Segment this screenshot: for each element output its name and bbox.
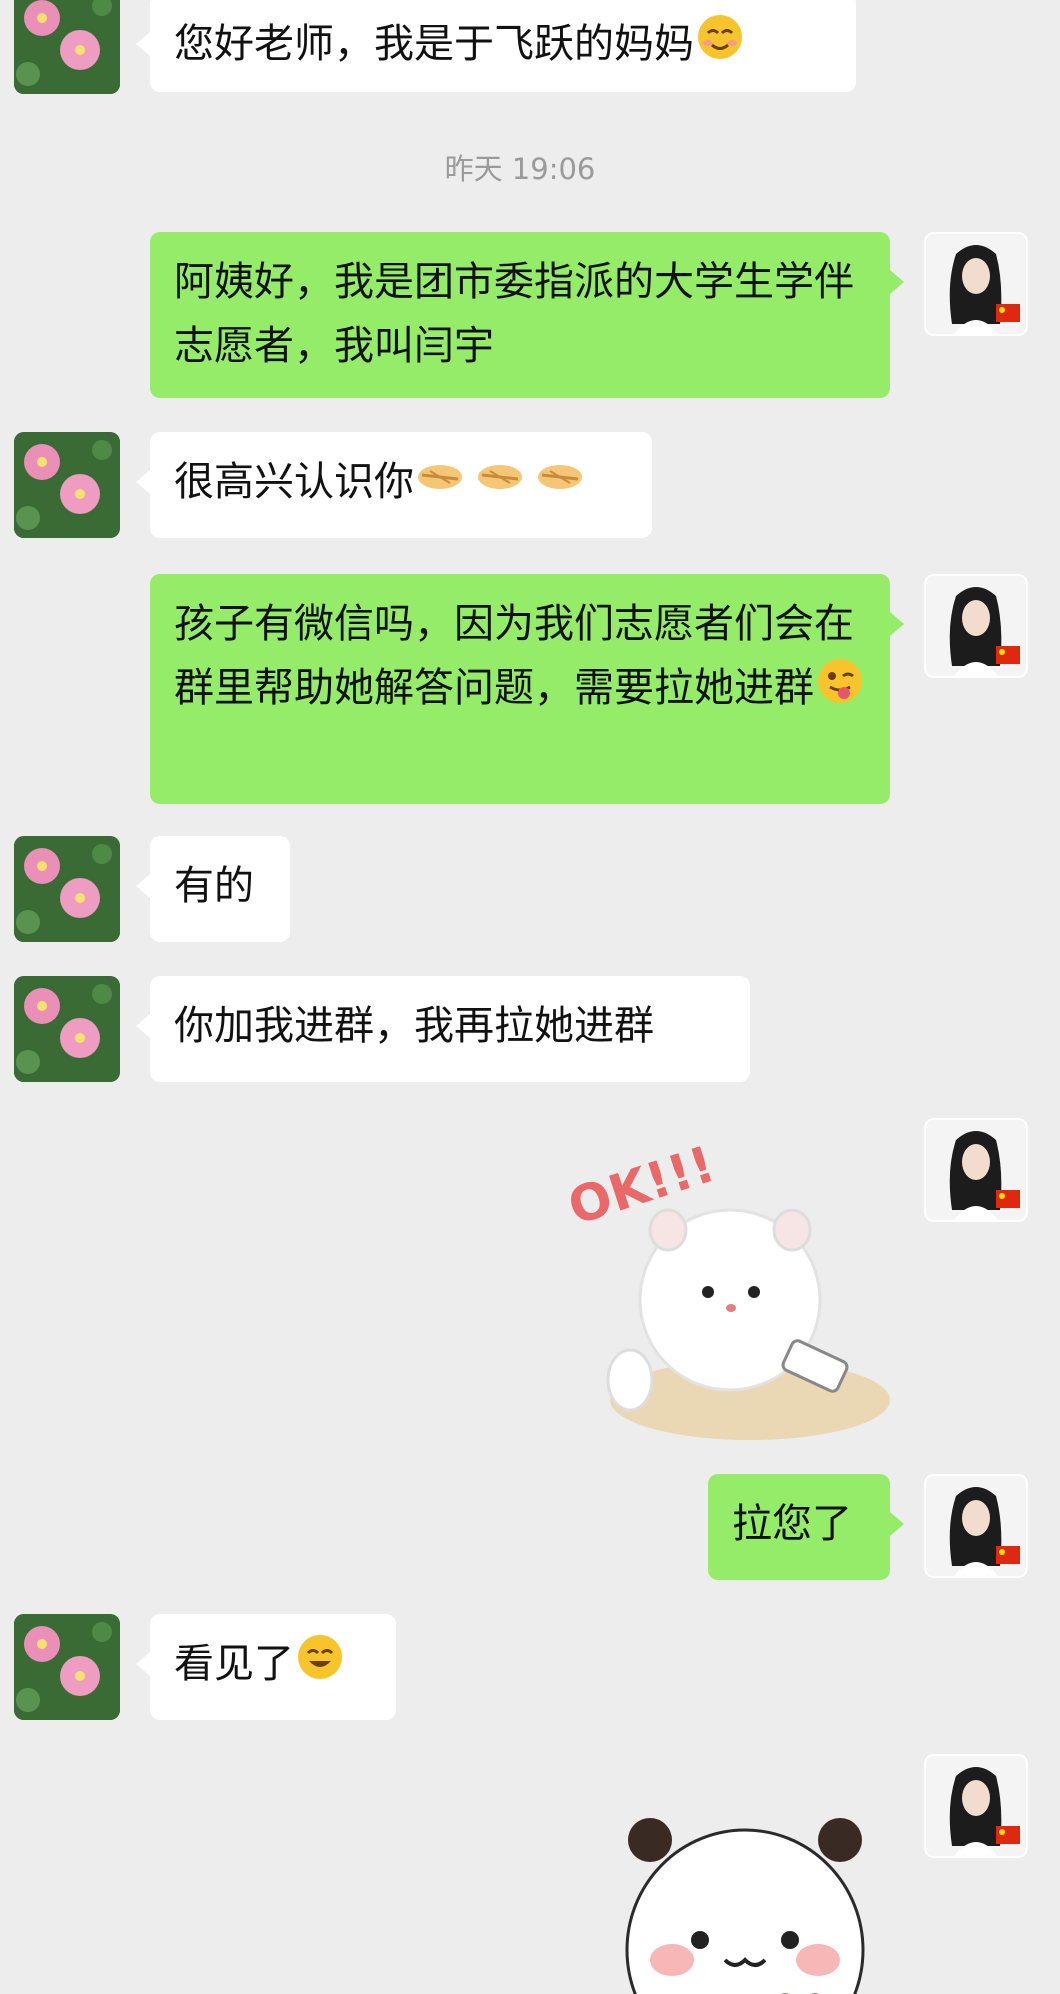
girl-avatar-icon (926, 576, 1026, 676)
girl-avatar-icon (926, 1756, 1026, 1856)
my-avatar[interactable] (924, 574, 1028, 678)
handshake-emoji-icon (416, 451, 584, 518)
message-bubble-incoming[interactable]: 看见了 (136, 1614, 396, 1720)
flower-avatar-icon (14, 976, 120, 1082)
winking-tongue-emoji-icon (816, 657, 864, 724)
panda-sticker-icon (625, 1818, 865, 1994)
smiling-emoji-icon (296, 1633, 344, 1700)
message-text: 有的 (174, 863, 254, 909)
message-text: 很高兴认识你 (174, 459, 414, 505)
my-avatar[interactable] (924, 232, 1028, 336)
flower-avatar-icon (14, 836, 120, 942)
message-text: 你加我进群，我再拉她进群 (174, 1003, 654, 1049)
message-text: 看见了 (174, 1641, 294, 1687)
message-text: 阿姨好，我是团市委指派的大学生学伴志愿者，我叫闫宇 (174, 259, 854, 369)
girl-avatar-icon (926, 1476, 1026, 1576)
my-avatar[interactable] (924, 1754, 1028, 1858)
message-bubble-outgoing[interactable]: 阿姨好，我是团市委指派的大学生学伴志愿者，我叫闫宇 (150, 232, 904, 398)
contact-avatar[interactable] (14, 0, 120, 94)
contact-avatar[interactable] (14, 1614, 120, 1720)
message-bubble-incoming[interactable]: 很高兴认识你 (136, 432, 652, 538)
cat-sticker-icon: OK!!! (561, 1135, 890, 1440)
message-text: 孩子有微信吗，因为我们志愿者们会在群里帮助她解答问题，需要拉她进群 (174, 601, 854, 711)
message-bubble-outgoing[interactable]: 孩子有微信吗，因为我们志愿者们会在群里帮助她解答问题，需要拉她进群 (150, 574, 904, 804)
message-bubble-incoming[interactable]: 你加我进群，我再拉她进群 (136, 976, 750, 1082)
message-bubble-incoming[interactable]: 您好老师，我是于飞跃的妈妈 (136, 0, 856, 92)
contact-avatar[interactable] (14, 432, 120, 538)
message-text: 您好老师，我是于飞跃的妈妈 (174, 21, 694, 67)
my-avatar[interactable] (924, 1118, 1028, 1222)
smiling-blush-emoji-icon (696, 13, 744, 80)
chat-area[interactable]: 您好老师，我是于飞跃的妈妈 昨天 19:06 阿姨好，我是团市委指派的大学生学伴… (0, 0, 1060, 1994)
panda-sticker[interactable] (610, 1800, 880, 1994)
contact-avatar[interactable] (14, 976, 120, 1082)
flower-avatar-icon (14, 432, 120, 538)
timestamp: 昨天 19:06 (444, 152, 596, 186)
message-bubble-incoming[interactable]: 有的 (136, 836, 290, 942)
contact-avatar[interactable] (14, 836, 120, 942)
message-text: 拉您了 (732, 1501, 852, 1547)
girl-avatar-icon (926, 1120, 1026, 1220)
ok-cat-sticker[interactable]: OK!!! (560, 1110, 900, 1450)
girl-avatar-icon (926, 234, 1026, 334)
flower-avatar-icon (14, 1614, 120, 1720)
my-avatar[interactable] (924, 1474, 1028, 1578)
message-bubble-outgoing[interactable]: 拉您了 (708, 1474, 904, 1580)
flower-avatar-icon (14, 0, 120, 94)
